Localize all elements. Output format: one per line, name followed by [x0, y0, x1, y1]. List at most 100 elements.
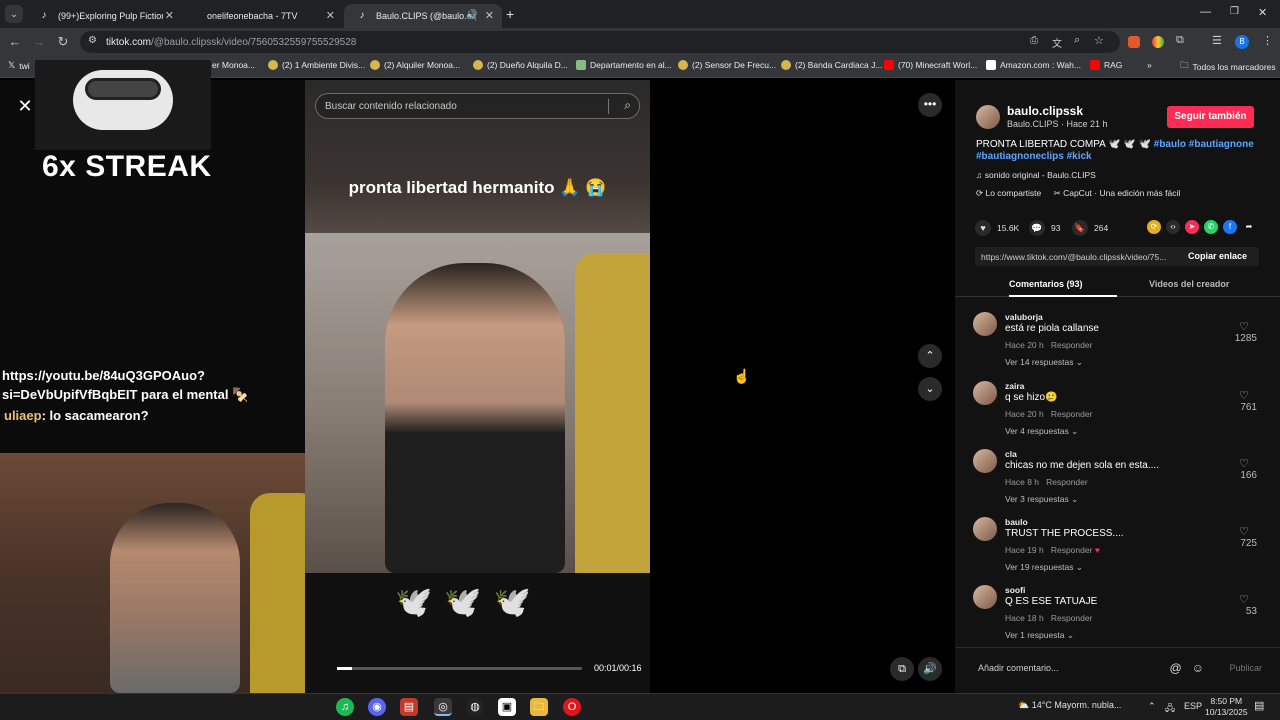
bookmark-item[interactable]: Amazon.com : Wah...: [986, 60, 1081, 70]
comment-input[interactable]: Añadir comentario... @☺ Publicar: [972, 657, 1262, 679]
more-options-icon[interactable]: •••: [918, 93, 942, 117]
previous-video-icon[interactable]: ⌃: [918, 344, 942, 368]
reply-link[interactable]: Responder: [1051, 409, 1093, 419]
bookmark-item[interactable]: (2) Sensor De Frecu...: [678, 60, 776, 70]
notifications-icon[interactable]: ▤: [1254, 699, 1264, 712]
send-icon[interactable]: ➤: [1185, 220, 1199, 234]
zoom-icon[interactable]: ⌕: [1074, 34, 1080, 47]
back-icon[interactable]: ←: [7, 34, 23, 50]
discord-icon[interactable]: ◉: [368, 698, 386, 716]
embed-icon[interactable]: ‹›: [1166, 220, 1180, 234]
site-info-icon[interactable]: ⚙: [88, 35, 97, 46]
translate-icon[interactable]: 文: [1052, 35, 1062, 50]
share-arrow-icon[interactable]: ➦: [1242, 220, 1256, 234]
reply-link[interactable]: Responder: [1051, 613, 1093, 623]
close-tab-icon[interactable]: ✕: [485, 9, 494, 22]
creator-username[interactable]: baulo.clipssk: [1007, 104, 1083, 118]
view-replies-link[interactable]: Ver 14 respuestas ⌄: [1005, 357, 1083, 368]
hashtag-link[interactable]: #baulo: [1154, 139, 1186, 150]
browser-tab-1[interactable]: ♪ (99+)Exploring Pulp Fiction Dan ✕: [26, 4, 182, 28]
tray-chevron-icon[interactable]: ⌃: [1148, 701, 1156, 712]
extension-icon[interactable]: [1152, 36, 1164, 48]
reply-link[interactable]: Responder: [1051, 545, 1093, 555]
more-bookmarks-icon[interactable]: »: [1147, 60, 1152, 70]
avatar[interactable]: [973, 517, 997, 541]
capcut-link[interactable]: CapCut · Una edición más fácil: [1063, 188, 1180, 198]
comment-username[interactable]: cla: [1005, 449, 1017, 459]
video-link-field[interactable]: https://www.tiktok.com/@baulo.clipssk/vi…: [975, 247, 1259, 266]
avatar[interactable]: [973, 381, 997, 405]
bookmark-item[interactable]: er Monoa...: [212, 60, 255, 70]
spotify-icon[interactable]: ♫: [336, 698, 354, 716]
close-tab-icon[interactable]: ✕: [165, 9, 174, 22]
view-replies-link[interactable]: Ver 1 respuesta ⌄: [1005, 630, 1074, 641]
heart-icon[interactable]: ♡: [1239, 457, 1249, 470]
bookmark-item[interactable]: 𝕏twi: [8, 60, 30, 71]
forward-icon[interactable]: →: [31, 34, 47, 50]
creator-avatar[interactable]: [976, 105, 1000, 129]
avatar[interactable]: [973, 449, 997, 473]
browser-tab-3[interactable]: ♪ Baulo.CLIPS (@baulo.clipssk) 🔊 ✕: [344, 4, 502, 28]
bookmark-item[interactable]: (2) Banda Cardiaca J...: [781, 60, 882, 70]
comment-username[interactable]: valuborja: [1005, 312, 1043, 322]
comment-username[interactable]: baulo: [1005, 517, 1028, 527]
heart-icon[interactable]: ♡: [1239, 320, 1249, 333]
close-tab-icon[interactable]: ✕: [326, 9, 335, 22]
network-icon[interactable]: 🖧: [1165, 701, 1175, 717]
chrome-icon[interactable]: ◎: [434, 698, 452, 716]
coin-share-icon[interactable]: ⟳: [1147, 220, 1161, 234]
avatar[interactable]: [973, 585, 997, 609]
bookmark-item[interactable]: (2) Dueño Alquila D...: [473, 60, 568, 70]
heart-icon[interactable]: ♡: [1239, 389, 1249, 402]
bookmark-star-icon[interactable]: ☆: [1094, 34, 1104, 47]
video-progress-bar[interactable]: [337, 667, 582, 670]
url-bar[interactable]: ⚙ tiktok.com/@baulo.clipssk/video/756053…: [80, 31, 1120, 53]
profile-avatar[interactable]: B: [1235, 35, 1249, 49]
file-explorer-icon[interactable]: 🗀: [530, 698, 548, 716]
close-icon[interactable]: ✕: [14, 95, 36, 117]
emoji-icon[interactable]: ☺: [1192, 661, 1214, 675]
search-icon[interactable]: ⌕: [624, 98, 631, 113]
publish-button[interactable]: Publicar: [1229, 663, 1262, 673]
avatar[interactable]: [973, 312, 997, 336]
follow-button[interactable]: Seguir también: [1167, 106, 1254, 128]
media-icon[interactable]: ☰: [1212, 34, 1222, 47]
app-icon[interactable]: ▤: [400, 698, 418, 716]
bookmark-item[interactable]: Departamento en al...: [576, 60, 672, 70]
hashtag-link[interactable]: #kick: [1067, 151, 1092, 162]
like-stat[interactable]: ♥ 15.6K: [975, 220, 1019, 236]
bookmark-item[interactable]: (2) 1 Ambiente Divis...: [268, 60, 365, 70]
bookmark-item[interactable]: (70) Minecraft Worl...: [884, 60, 977, 70]
heart-icon[interactable]: ♡: [1239, 525, 1249, 538]
whatsapp-icon[interactable]: ✆: [1204, 220, 1218, 234]
sound-link[interactable]: ♫ sonido original - Baulo.CLIPS: [976, 170, 1096, 180]
new-tab-button[interactable]: +: [506, 6, 514, 22]
hashtag-link[interactable]: #bautiagnoneclips: [976, 151, 1064, 162]
reply-link[interactable]: Responder: [1046, 477, 1088, 487]
copy-link-button[interactable]: Copiar enlace: [1188, 251, 1247, 261]
comment-username[interactable]: zaira: [1005, 381, 1024, 391]
obs-icon[interactable]: ◍: [466, 698, 484, 716]
app-icon[interactable]: ▣: [498, 698, 516, 716]
bookmark-item[interactable]: RAG: [1090, 60, 1122, 70]
mention-icon[interactable]: @: [1170, 661, 1192, 675]
view-replies-link[interactable]: Ver 4 respuestas ⌄: [1005, 426, 1078, 437]
speaker-icon[interactable]: 🔊: [466, 9, 477, 20]
reload-icon[interactable]: ↻: [55, 34, 71, 50]
next-video-icon[interactable]: ⌄: [918, 377, 942, 401]
view-replies-link[interactable]: Ver 3 respuestas ⌄: [1005, 494, 1078, 505]
weather-widget[interactable]: ⛅ 14°C Mayorm. nubla...: [1018, 700, 1121, 711]
all-bookmarks-folder[interactable]: 🗀 Todos los marcadores: [1180, 60, 1276, 74]
save-stat[interactable]: 🔖 264: [1072, 220, 1108, 236]
minimize-icon[interactable]: —: [1200, 6, 1211, 18]
menu-kebab-icon[interactable]: ⋮: [1262, 34, 1273, 47]
bookmark-item[interactable]: (2) Alquiler Monoa...: [370, 60, 460, 70]
opera-icon[interactable]: O: [563, 698, 581, 716]
facebook-icon[interactable]: f: [1223, 220, 1237, 234]
browser-tab-2[interactable]: onelifeonebacha - 7TV ✕: [195, 4, 343, 28]
floating-player-icon[interactable]: ⧉: [890, 657, 914, 681]
tab-creator-videos[interactable]: Videos del creador: [1149, 279, 1229, 289]
comment-stat[interactable]: 💬 93: [1029, 220, 1060, 236]
reply-link[interactable]: Responder: [1051, 340, 1093, 350]
close-window-icon[interactable]: ✕: [1258, 6, 1267, 19]
